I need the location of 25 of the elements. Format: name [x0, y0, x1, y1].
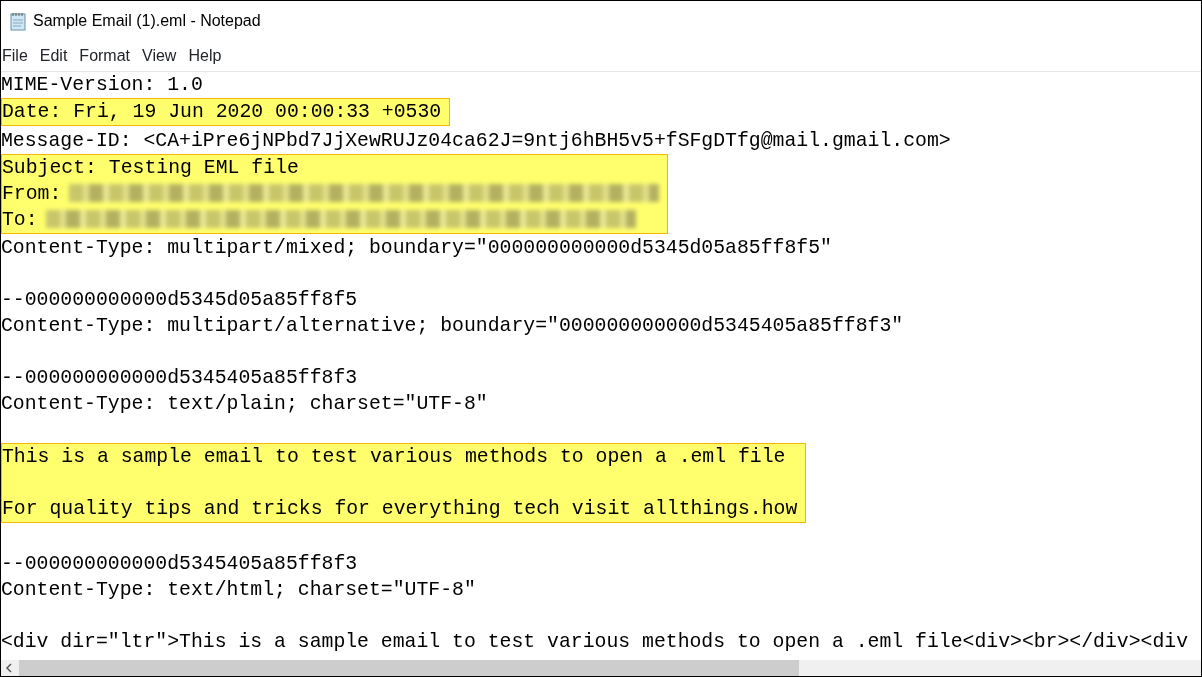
- text-line: Content-Type: text/html; charset="UTF-8": [1, 579, 476, 602]
- text-line: Content-Type: multipart/mixed; boundary="000000000000d5345d05a85ff8f5": [1, 237, 832, 260]
- menu-item[interactable]: View: [142, 44, 183, 68]
- text-line: To:: [2, 208, 38, 231]
- text-line: Date: Fri, 19 Jun 2020 00:00:33 +0530: [2, 101, 442, 123]
- notepad-icon: [9, 11, 27, 31]
- menu-item[interactable]: Help: [188, 44, 228, 68]
- text-line: --000000000000d5345405a85ff8f3: [1, 367, 358, 390]
- text-line: MIME-Version: 1.0: [1, 74, 203, 96]
- text-line: This is a sample email to test various methods to open a .eml file: [2, 446, 786, 469]
- text-line: <div dir="ltr">This is a sample email to test various methods to open a .eml file<div><br></div><div: [1, 631, 1189, 654]
- text-line: Content-Type: text/plain; charset="UTF-8": [1, 393, 488, 416]
- text-line: Content-Type: multipart/alternative; boundary="000000000000d5345405a85ff8f3": [1, 315, 904, 338]
- window-title: Sample Email (1).eml - Notepad: [33, 11, 261, 31]
- text-line: Subject: Testing EML file: [2, 156, 299, 179]
- menu-item[interactable]: Edit: [39, 44, 74, 68]
- text-line: Message-ID: <CA+iPre6jNPbd7JjXewRUJz04ca62J=9ntj6hBH5v5+fSFgDTfg@mail.gmail.com>: [1, 129, 951, 152]
- menu-item[interactable]: File: [2, 44, 34, 68]
- text-line: For quality tips and tricks for everything tech visit allthings.how: [2, 498, 798, 521]
- menu-item[interactable]: Format: [79, 44, 137, 68]
- horizontal-scrollbar[interactable]: [1, 660, 1201, 676]
- text-line: --000000000000d5345405a85ff8f3: [1, 553, 358, 576]
- scroll-thumb[interactable]: [19, 660, 800, 676]
- text-line: From:: [2, 182, 62, 205]
- text-line: --000000000000d5345d05a85ff8f5: [1, 289, 358, 312]
